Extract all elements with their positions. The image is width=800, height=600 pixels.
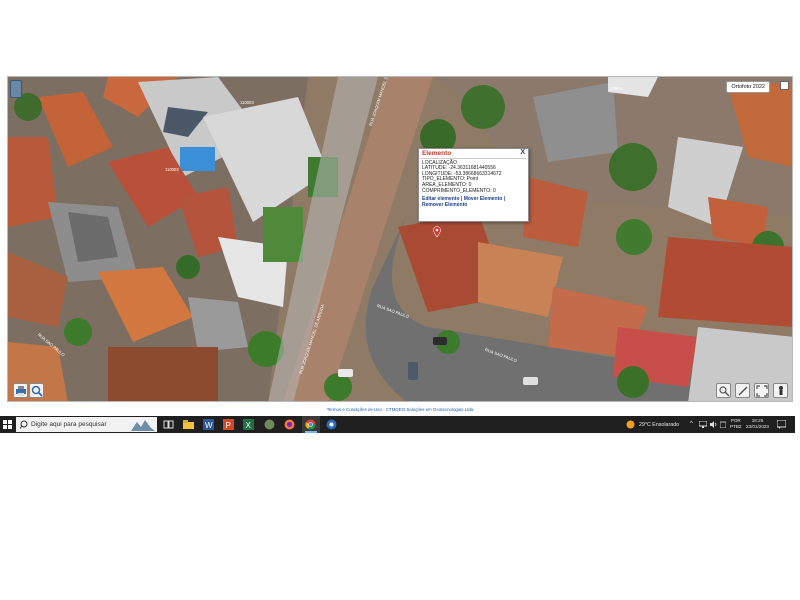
- notification-icon[interactable]: [777, 420, 786, 429]
- sun-weather-icon: [626, 420, 635, 429]
- popup-title: Elemento: [422, 150, 452, 157]
- close-icon[interactable]: X: [520, 149, 525, 156]
- keyboard-layout: PTB2: [730, 424, 742, 429]
- language-indicator[interactable]: POR PTB2: [730, 418, 742, 430]
- word-icon[interactable]: W: [203, 419, 214, 430]
- volume-icon[interactable]: [710, 421, 718, 428]
- search-placeholder: Digite aqui para pesquisar: [31, 421, 107, 428]
- magnifier-icon: [31, 385, 43, 397]
- excel-icon[interactable]: X: [243, 419, 254, 430]
- lot-label: 110003: [165, 167, 179, 172]
- layers-button[interactable]: [10, 80, 22, 98]
- pencil-icon: [738, 386, 748, 396]
- clock-date: 23/01/2023: [746, 424, 769, 429]
- map-pin-icon[interactable]: [433, 226, 441, 238]
- draw-button[interactable]: [735, 383, 750, 398]
- weather-text[interactable]: 29°C Ensolarado: [639, 422, 679, 428]
- search-icon: [20, 420, 28, 429]
- lot-label: 110003: [240, 100, 254, 105]
- app-icon[interactable]: [264, 419, 275, 430]
- system-clock[interactable]: 18:25 23/01/2023: [746, 418, 769, 430]
- street-view-button[interactable]: [773, 383, 788, 398]
- map-view[interactable]: 110003 110003 1/080.1 RUA JOAQUIM MANOEL…: [7, 76, 793, 402]
- move-element-link[interactable]: Mover Elemento: [464, 196, 503, 202]
- windows-taskbar: Digite aqui para pesquisar W P X 29°C En…: [0, 416, 795, 433]
- svg-text:P: P: [226, 421, 231, 430]
- element-popup: Elemento X LOCALIZAÇÃO LATITUDE: -24.363…: [418, 148, 529, 222]
- fullscreen-button[interactable]: [754, 383, 769, 398]
- fullscreen-icon: [756, 385, 768, 397]
- popup-attributes: LOCALIZAÇÃO LATITUDE: -24.36311681440556…: [419, 160, 528, 195]
- browser-icon[interactable]: [326, 419, 337, 430]
- map-tool-button[interactable]: [13, 383, 28, 398]
- popup-divider: [421, 157, 526, 159]
- search-highlight-icon: [131, 420, 155, 431]
- chevron-up-icon[interactable]: ^: [690, 421, 693, 427]
- chrome-icon[interactable]: [305, 419, 316, 430]
- popup-actions: Editar elemento | Mover Elemento | Remov…: [419, 194, 528, 208]
- powerpoint-icon[interactable]: P: [223, 419, 234, 430]
- measure-icon: [719, 386, 730, 397]
- aerial-imagery: [8, 77, 792, 401]
- ortho-layer-checkbox[interactable]: [780, 81, 789, 90]
- battery-icon[interactable]: [720, 421, 726, 428]
- windows-start-icon[interactable]: [3, 420, 12, 429]
- task-view-icon[interactable]: [163, 419, 174, 430]
- terms-link[interactable]: Termos e Condições de Uso - CTMGEO Soluç…: [0, 407, 800, 412]
- firefox-icon[interactable]: [284, 419, 295, 430]
- person-icon: [779, 386, 783, 395]
- lot-label: 1/080.1: [609, 86, 623, 91]
- svg-text:W: W: [205, 421, 213, 430]
- network-icon[interactable]: [699, 421, 707, 428]
- zoom-button[interactable]: [29, 383, 44, 398]
- link-separator: |: [502, 196, 506, 203]
- map-print-icon: [16, 386, 26, 396]
- file-explorer-icon[interactable]: [183, 419, 194, 430]
- ortho-layer-label: Ortofoto 2022: [726, 81, 770, 93]
- measure-button[interactable]: [716, 383, 731, 398]
- remove-element-link[interactable]: Remover Elemento: [422, 202, 467, 208]
- active-app-indicator: [305, 431, 317, 433]
- svg-text:X: X: [246, 421, 252, 430]
- taskbar-search-box[interactable]: Digite aqui para pesquisar: [16, 417, 157, 432]
